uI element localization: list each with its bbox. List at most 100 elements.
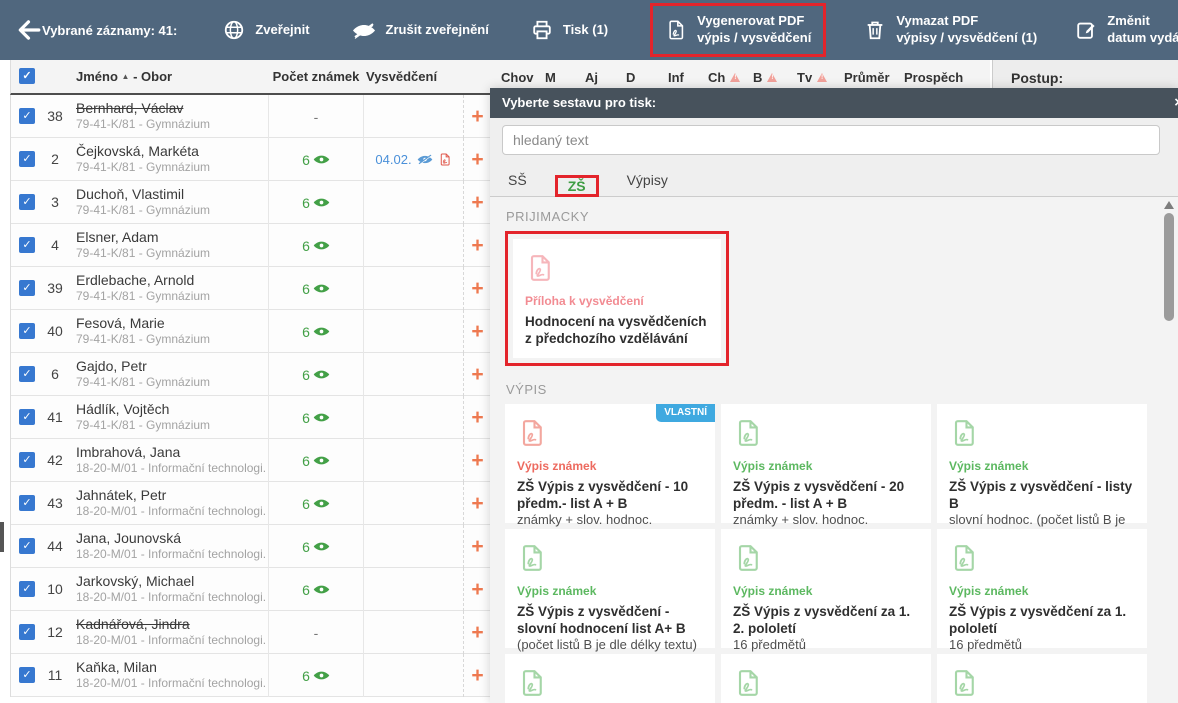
certificate-cell — [364, 95, 463, 138]
close-icon[interactable]: × — [1174, 88, 1178, 118]
grade-column-header[interactable]: D — [626, 69, 668, 85]
report-card[interactable]: Výpis známek ZŠ Výpis z vysvědčení za 1.… — [721, 529, 931, 648]
add-button[interactable]: + — [463, 439, 491, 482]
student-obor: 18-20-M/01 - Informační technologi... — [76, 633, 266, 647]
add-button[interactable]: + — [463, 267, 491, 310]
report-card-priloha[interactable]: Příloha k vysvědčení Hodnocení na vysvěd… — [513, 239, 721, 358]
add-button[interactable]: + — [463, 568, 491, 611]
row-checkbox[interactable]: ✓ — [19, 624, 35, 640]
add-button[interactable]: + — [463, 353, 491, 396]
row-checkbox[interactable]: ✓ — [19, 495, 35, 511]
row-checkbox[interactable]: ✓ — [19, 452, 35, 468]
row-checkbox[interactable]: ✓ — [19, 194, 35, 210]
modal-header: Vyberte sestavu pro tisk: × — [490, 88, 1178, 118]
publish-button[interactable]: Zveřejnit — [223, 19, 309, 41]
column-header-name[interactable]: Jméno ▲ - Obor — [76, 69, 172, 84]
eye-slash-icon[interactable] — [417, 153, 433, 166]
add-button[interactable]: + — [463, 396, 491, 439]
delete-pdf-button[interactable]: Vymazat PDF výpisy / vysvědčení (1) — [864, 13, 1037, 47]
tab-vypisy[interactable]: Výpisy — [623, 166, 672, 196]
student-name-cell: Hádlík, Vojtěch 79-41-K/81 - Gymnázium — [76, 401, 266, 432]
table-row[interactable]: ✓ 2 Čejkovská, Markéta 79-41-K/81 - Gymn… — [11, 138, 490, 181]
row-checkbox[interactable]: ✓ — [19, 323, 35, 339]
generate-pdf-button[interactable]: Vygenerovat PDF výpis / vysvědčení — [650, 3, 826, 57]
grade-count: 6 — [302, 496, 310, 512]
grade-count: 6 — [302, 195, 310, 211]
student-name-cell: Gajdo, Petr 79-41-K/81 - Gymnázium — [76, 358, 266, 389]
select-all-checkbox[interactable]: ✓ — [19, 68, 35, 84]
table-row[interactable]: ✓ 38 Bernhard, Václav 79-41-K/81 - Gymná… — [11, 95, 490, 138]
report-card[interactable]: Výpis známek ZŠ Výpis z vysvědčení za 1.… — [937, 654, 1147, 703]
add-button[interactable]: + — [463, 525, 491, 568]
change-date-button[interactable]: Změnit datum vydání — [1075, 13, 1178, 47]
scroll-up-icon[interactable] — [1164, 201, 1174, 209]
grade-column-header[interactable]: Inf — [668, 69, 708, 85]
table-row[interactable]: ✓ 11 Kaňka, Milan 18-20-M/01 - Informačn… — [11, 654, 490, 697]
row-number: 39 — [41, 280, 69, 296]
table-row[interactable]: ✓ 42 Imbrahová, Jana 18-20-M/01 - Inform… — [11, 439, 490, 482]
row-checkbox[interactable]: ✓ — [19, 366, 35, 382]
row-checkbox[interactable]: ✓ — [19, 667, 35, 683]
grade-count-cell: 6 — [268, 654, 364, 697]
student-name-cell: Kadnářová, Jindra 18-20-M/01 - Informačn… — [76, 616, 266, 647]
grade-column-header[interactable]: Aj — [585, 69, 626, 85]
report-card[interactable]: VLASTNÍ Výpis známek ZŠ Výpis z vysvědče… — [505, 404, 715, 523]
grade-column-header[interactable]: Chov — [501, 69, 545, 85]
row-checkbox[interactable]: ✓ — [19, 108, 35, 124]
add-button[interactable]: + — [463, 654, 491, 697]
table-row[interactable]: ✓ 39 Erdlebache, Arnold 79-41-K/81 - Gym… — [11, 267, 490, 310]
row-number: 6 — [41, 366, 69, 382]
add-button[interactable]: + — [463, 482, 491, 525]
print-button[interactable]: Tisk (1) — [531, 19, 608, 41]
certificate-date-link[interactable]: 04.02. — [375, 152, 411, 167]
row-checkbox[interactable]: ✓ — [19, 151, 35, 167]
table-row[interactable]: ✓ 40 Fesová, Marie 79-41-K/81 - Gymnáziu… — [11, 310, 490, 353]
pdf-file-icon — [733, 562, 763, 579]
row-checkbox[interactable]: ✓ — [19, 237, 35, 253]
add-button[interactable]: + — [463, 611, 491, 654]
report-card[interactable]: Výpis známek ZŠ Výpis z vysvědčení za 1.… — [505, 654, 715, 703]
table-row[interactable]: ✓ 4 Elsner, Adam 79-41-K/81 - Gymnázium … — [11, 224, 490, 267]
table-row[interactable]: ✓ 41 Hádlík, Vojtěch 79-41-K/81 - Gymnáz… — [11, 396, 490, 439]
table-row[interactable]: ✓ 10 Jarkovský, Michael 18-20-M/01 - Inf… — [11, 568, 490, 611]
column-header-certificate[interactable]: Vysvědčení — [366, 69, 437, 84]
unpublish-button[interactable]: Zrušit zveřejnění — [352, 22, 489, 39]
add-button[interactable]: + — [463, 310, 491, 353]
eye-icon — [313, 454, 330, 467]
back-button[interactable] — [16, 17, 42, 43]
report-card[interactable]: Výpis známek ZŠ Výpis z vysvědčení - lis… — [937, 404, 1147, 523]
grade-column-header[interactable]: Průměr — [844, 69, 904, 85]
add-button[interactable]: + — [463, 138, 491, 181]
grade-column-header[interactable]: Ch — [708, 69, 753, 85]
table-row[interactable]: ✓ 12 Kadnářová, Jindra 18-20-M/01 - Info… — [11, 611, 490, 654]
search-input[interactable] — [502, 125, 1160, 155]
row-checkbox[interactable]: ✓ — [19, 409, 35, 425]
grade-column-header[interactable]: Prospěch — [904, 69, 974, 85]
table-row[interactable]: ✓ 6 Gajdo, Petr 79-41-K/81 - Gymnázium 6 — [11, 353, 490, 396]
table-row[interactable]: ✓ 43 Jahnátek, Petr 18-20-M/01 - Informa… — [11, 482, 490, 525]
row-checkbox[interactable]: ✓ — [19, 538, 35, 554]
grade-column-header[interactable]: Tv — [797, 69, 844, 85]
add-button[interactable]: + — [463, 181, 491, 224]
left-scroll-indicator[interactable] — [0, 522, 4, 552]
report-card[interactable]: Výpis známek ZŠ Výpis z vysvědčení - slo… — [505, 529, 715, 648]
report-card[interactable]: Výpis známek ZŠ Výpis z vysvědčení za 1.… — [937, 529, 1147, 648]
report-card[interactable]: Výpis známek ZŠ Výpis z vysvědčení - 20 … — [721, 404, 931, 523]
grade-column-header[interactable]: B — [753, 69, 797, 85]
column-header-count[interactable]: Počet známek — [268, 69, 364, 84]
add-button[interactable]: + — [463, 95, 491, 138]
modal-scrollbar[interactable] — [1162, 199, 1175, 701]
add-button[interactable]: + — [463, 224, 491, 267]
row-checkbox[interactable]: ✓ — [19, 280, 35, 296]
pdf-file-icon[interactable] — [438, 152, 452, 167]
eye-icon — [313, 239, 330, 252]
tab-ss[interactable]: SŠ — [504, 166, 531, 196]
table-row[interactable]: ✓ 3 Duchoň, Vlastimil 79-41-K/81 - Gymná… — [11, 181, 490, 224]
card-description: známky + slov. hodnoc. — [733, 512, 919, 529]
scrollbar-thumb[interactable] — [1164, 213, 1174, 321]
report-card[interactable]: Výpis známek ZŠ Výpis z vysvědčení za 1.… — [721, 654, 931, 703]
table-row[interactable]: ✓ 44 Jana, Jounovská 18-20-M/01 - Inform… — [11, 525, 490, 568]
card-subtitle: Výpis známek — [949, 584, 1135, 598]
row-checkbox[interactable]: ✓ — [19, 581, 35, 597]
grade-column-header[interactable]: M — [545, 69, 585, 85]
